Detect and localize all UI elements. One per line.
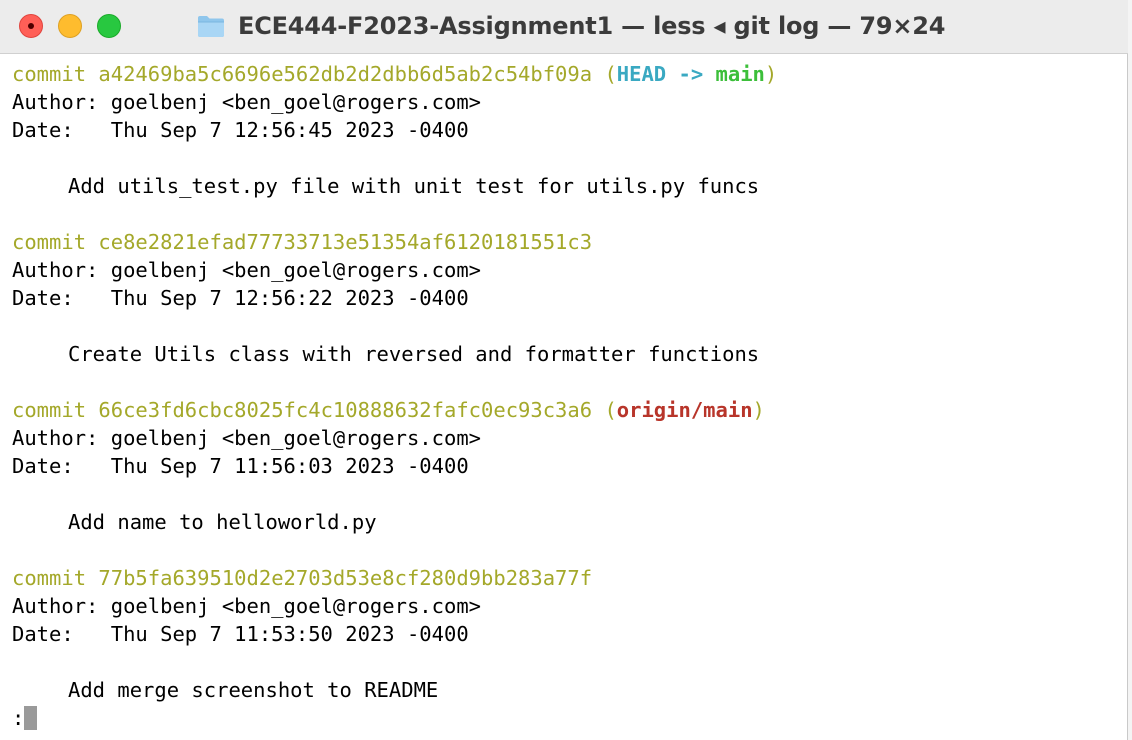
ref-open-paren: ( (604, 398, 617, 422)
date-line: Date: Thu Sep 7 12:56:45 2023 -0400 (12, 118, 469, 142)
commit-hash: 66ce3fd6cbc8025fc4c10888632fafc0ec93c3a6 (98, 398, 593, 422)
less-prompt[interactable]: : (12, 704, 38, 732)
commit-hash: a42469ba5c6696e562db2d2dbb6d5ab2c54bf09a (98, 62, 593, 86)
zoom-button[interactable] (97, 14, 121, 38)
title-bar[interactable]: ECE444-F2023-Assignment1 — less ◂ git lo… (0, 0, 1128, 54)
ref-open-paren: ( (604, 62, 617, 86)
author-line: Author: goelbenj <ben_goel@rogers.com> (12, 594, 481, 618)
remote-ref: origin/main (616, 398, 753, 422)
head-ref: HEAD (616, 62, 667, 86)
commit-keyword: commit (12, 62, 87, 86)
terminal-content[interactable]: commit a42469ba5c6696e562db2d2dbb6d5ab2c… (0, 54, 1126, 740)
author-line: Author: goelbenj <ben_goel@rogers.com> (12, 258, 481, 282)
branch-ref: main (715, 62, 765, 86)
minimize-button[interactable] (58, 14, 82, 38)
ref-close-paren: ) (764, 62, 778, 86)
commit-line: commit a42469ba5c6696e562db2d2dbb6d5ab2c… (12, 60, 777, 88)
terminal-window: ECE444-F2023-Assignment1 — less ◂ git lo… (0, 0, 1128, 740)
text-cursor (24, 706, 38, 730)
commit-keyword: commit (12, 566, 87, 590)
date-line: Date: Thu Sep 7 11:53:50 2023 -0400 (12, 622, 469, 646)
date-line: Date: Thu Sep 7 12:56:22 2023 -0400 (12, 286, 469, 310)
commit-message: Add merge screenshot to README (68, 678, 439, 702)
commit-hash: ce8e2821efad77733713e51354af6120181551c3 (98, 230, 593, 254)
commit-keyword: commit (12, 230, 87, 254)
commit-line: commit 66ce3fd6cbc8025fc4c10888632fafc0e… (12, 396, 765, 424)
window-title: ECE444-F2023-Assignment1 — less ◂ git lo… (238, 12, 946, 40)
commit-message: Create Utils class with reversed and for… (68, 342, 760, 366)
folder-icon (198, 16, 224, 37)
commit-line: commit ce8e2821efad77733713e51354af61201… (12, 228, 592, 256)
ref-arrow: -> (678, 62, 704, 86)
commit-message: Add utils_test.py file with unit test fo… (68, 174, 760, 198)
close-button[interactable] (19, 14, 43, 38)
author-line: Author: goelbenj <ben_goel@rogers.com> (12, 90, 481, 114)
window-title-group: ECE444-F2023-Assignment1 — less ◂ git lo… (196, 10, 945, 42)
date-line: Date: Thu Sep 7 11:56:03 2023 -0400 (12, 454, 469, 478)
commit-message: Add name to helloworld.py (68, 510, 377, 534)
commit-hash: 77b5fa639510d2e2703d53e8cf280d9bb283a77f (98, 566, 593, 590)
prompt-colon: : (12, 706, 25, 730)
ref-close-paren: ) (752, 398, 765, 422)
commit-line: commit 77b5fa639510d2e2703d53e8cf280d9bb… (12, 564, 592, 592)
close-dot-icon (28, 23, 34, 29)
commit-keyword: commit (12, 398, 87, 422)
author-line: Author: goelbenj <ben_goel@rogers.com> (12, 426, 481, 450)
